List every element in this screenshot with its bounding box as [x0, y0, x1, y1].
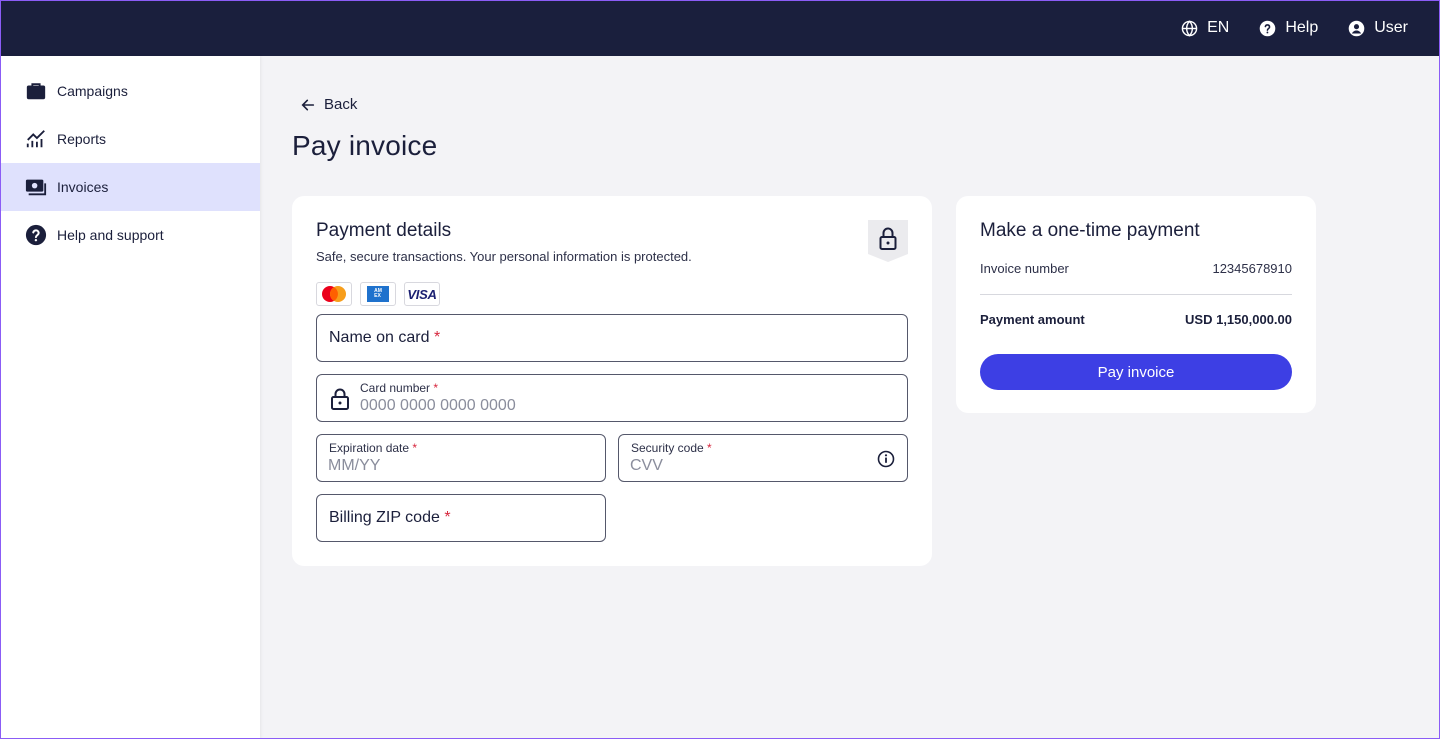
back-link[interactable]: Back: [300, 96, 357, 113]
invoice-number-label: Invoice number: [980, 261, 1069, 276]
accepted-cards: AM EX VISA: [316, 282, 440, 306]
briefcase-icon: [26, 83, 46, 100]
payment-details-card: Payment details Safe, secure transaction…: [292, 196, 932, 566]
card-number-label: Card number *: [360, 381, 439, 395]
chart-icon: [26, 130, 45, 148]
cash-icon: [25, 179, 47, 196]
back-label: Back: [324, 96, 358, 113]
info-icon[interactable]: [877, 450, 895, 468]
sidebar-item-invoices[interactable]: Invoices: [0, 163, 260, 211]
help-label: Help: [1285, 19, 1319, 36]
user-label: User: [1374, 19, 1408, 36]
language-selector[interactable]: EN: [1181, 19, 1229, 37]
amex-icon: AM EX: [360, 282, 396, 306]
payment-amount-value: USD 1,150,000.00: [1185, 312, 1292, 327]
sidebar-item-label: Help and support: [57, 227, 164, 243]
question-circle-icon: [25, 224, 47, 246]
summary-title: Make a one-time payment: [980, 220, 1200, 241]
lock-icon: [331, 388, 349, 410]
top-bar: EN Help User: [0, 0, 1440, 56]
name-on-card-field[interactable]: Name on card *: [316, 314, 908, 362]
secure-lock-icon: [868, 220, 908, 262]
billing-zip-label: Billing ZIP code *: [329, 509, 451, 526]
security-code-field[interactable]: Security code *: [618, 434, 908, 482]
visa-label: VISA: [407, 286, 437, 302]
summary-divider: [980, 294, 1292, 295]
sidebar-item-reports[interactable]: Reports: [0, 115, 260, 163]
user-menu[interactable]: User: [1348, 19, 1408, 37]
payment-amount-row: Payment amount USD 1,150,000.00: [980, 312, 1292, 327]
mastercard-icon: [316, 282, 352, 306]
help-link[interactable]: Help: [1259, 19, 1318, 37]
sidebar-item-help-and-support[interactable]: Help and support: [0, 211, 260, 259]
sidebar-item-campaigns[interactable]: Campaigns: [0, 67, 260, 115]
card-number-field[interactable]: Card number *: [316, 374, 908, 422]
payment-details-title: Payment details: [316, 220, 452, 241]
expiration-date-input[interactable]: [328, 457, 568, 475]
page-title: Pay invoice: [292, 130, 438, 161]
security-code-input[interactable]: [630, 457, 870, 475]
billing-zip-field[interactable]: Billing ZIP code *: [316, 494, 606, 542]
help-icon: [1260, 20, 1276, 36]
payment-amount-label: Payment amount: [980, 312, 1085, 327]
visa-icon: VISA: [404, 282, 440, 306]
invoice-number-value: 12345678910: [1212, 261, 1292, 276]
payment-details-subtitle: Safe, secure transactions. Your personal…: [316, 249, 692, 264]
pay-invoice-button[interactable]: Pay invoice: [980, 354, 1292, 390]
expiration-date-label: Expiration date *: [329, 441, 418, 455]
security-code-label: Security code *: [631, 441, 712, 455]
sidebar-item-label: Campaigns: [57, 83, 128, 99]
expiration-date-field[interactable]: Expiration date *: [316, 434, 606, 482]
sidebar-item-label: Reports: [57, 131, 107, 147]
arrow-left-icon: [301, 99, 315, 110]
card-number-input[interactable]: [360, 397, 660, 415]
name-on-card-label: Name on card *: [329, 329, 441, 346]
invoice-number-row: Invoice number 12345678910: [980, 261, 1292, 276]
globe-icon: [1181, 19, 1198, 37]
sidebar-item-label: Invoices: [57, 179, 109, 195]
payment-summary-card: Make a one-time payment Invoice number 1…: [956, 196, 1316, 413]
user-icon: [1348, 20, 1365, 36]
language-label: EN: [1207, 19, 1230, 36]
sidebar: Campaigns Reports Invoices Help and supp…: [0, 56, 260, 739]
